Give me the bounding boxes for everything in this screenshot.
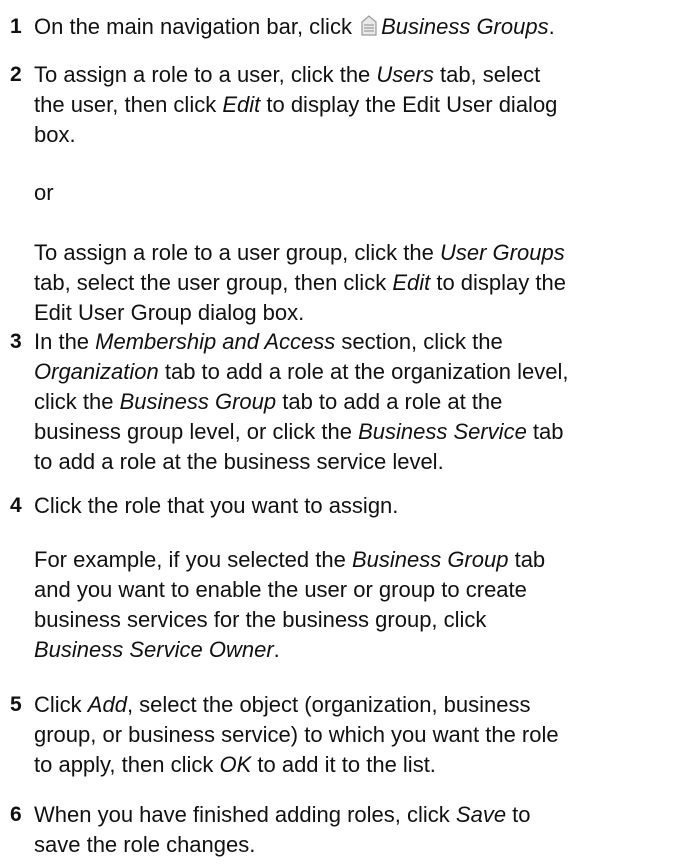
step-number: 4 bbox=[10, 494, 22, 517]
procedure-steps: 1 On the main navigation bar, click Busi… bbox=[0, 0, 681, 865]
or-text: or bbox=[34, 180, 54, 205]
step-text: In the Membership and Access section, cl… bbox=[34, 329, 569, 474]
step-number: 5 bbox=[10, 693, 22, 716]
step-text: When you have finished adding roles, cli… bbox=[34, 802, 531, 857]
step-number: 1 bbox=[10, 15, 22, 38]
step-number: 2 bbox=[10, 63, 22, 86]
step-number: 3 bbox=[10, 330, 22, 353]
step-text: Click the role that you want to assign. bbox=[34, 493, 399, 518]
step-alt-text: To assign a role to a user group, click … bbox=[34, 240, 566, 325]
step-text: Click Add, select the object (organizati… bbox=[34, 692, 559, 777]
step-number: 6 bbox=[10, 803, 22, 826]
step-example-text: For example, if you selected the Busines… bbox=[34, 547, 546, 662]
step-text: On the main navigation bar, click Busine… bbox=[34, 14, 555, 39]
step-text: To assign a role to a user, click the Us… bbox=[34, 62, 558, 147]
business-groups-icon bbox=[361, 15, 377, 36]
